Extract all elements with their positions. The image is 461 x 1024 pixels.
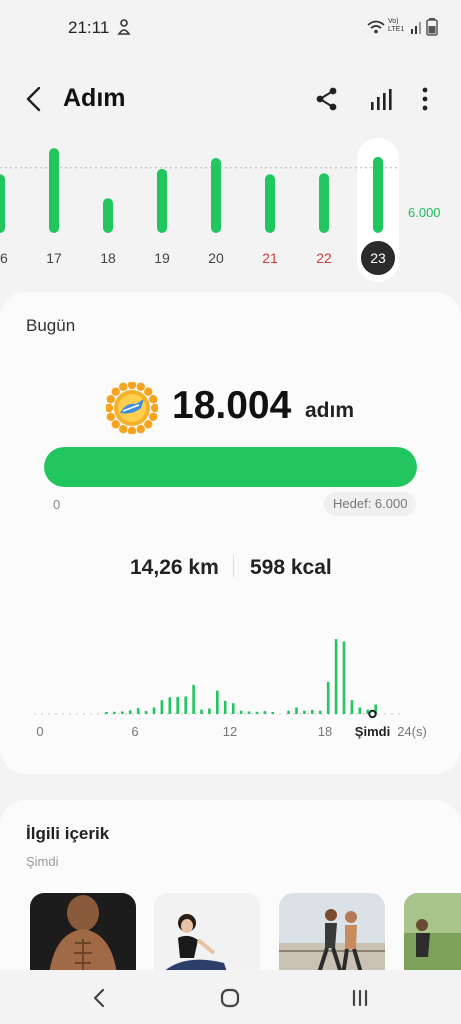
hourly-bar	[168, 697, 172, 714]
day-bar-21[interactable]	[265, 174, 275, 233]
day-bar-16[interactable]	[0, 174, 5, 233]
hourly-bar	[263, 711, 267, 714]
hourly-bar	[287, 710, 290, 714]
related-content-title: İlgili içerik	[26, 824, 110, 843]
network-label: Vo) LTE1	[388, 18, 405, 33]
hourly-tick-label: 18	[318, 724, 332, 739]
weekly-steps-chart[interactable]: 16 17 18 19 20 21 22 23 6.000	[0, 136, 461, 286]
hourly-steps-chart[interactable]: 0 6 12 18 Şimdi 24(s)	[0, 622, 461, 752]
distance-value: 14,26 km	[130, 556, 219, 579]
progress-min-label: 0	[53, 497, 61, 512]
today-step-count: 18.004	[172, 384, 292, 427]
hourly-bar	[192, 684, 195, 714]
hourly-bar	[334, 639, 338, 714]
hourly-tick-label: 6	[131, 724, 138, 739]
day-bar-23[interactable]	[373, 156, 383, 233]
day-label-22[interactable]: 22	[316, 250, 332, 266]
today-card: Bugün 18.004 adım 0 Hedef: 6.000 14,26 k…	[0, 292, 461, 774]
day-bar-20[interactable]	[211, 157, 221, 233]
today-title: Bugün	[26, 316, 76, 335]
hourly-tick-label: 24(s)	[397, 724, 427, 739]
hourly-bar	[144, 711, 148, 714]
share-icon[interactable]	[312, 84, 342, 114]
hourly-bar	[113, 711, 116, 714]
hourly-bar	[136, 708, 140, 714]
hourly-bar	[342, 641, 346, 714]
day-label-16[interactable]: 16	[0, 250, 8, 266]
hourly-bar	[271, 712, 274, 714]
day-label-20[interactable]: 20	[208, 250, 224, 266]
hourly-bar	[231, 703, 235, 714]
alarm-icon	[117, 19, 131, 35]
step-unit: adım	[305, 399, 355, 422]
hourly-bar	[200, 709, 203, 714]
achievement-badge-icon[interactable]	[106, 382, 158, 434]
more-options-icon[interactable]	[410, 84, 440, 114]
status-bar: 21:11 Vo) LTE1	[0, 0, 461, 56]
hourly-bar	[255, 711, 259, 714]
goal-line-label: 6.000	[408, 205, 441, 220]
system-navigation-bar	[0, 970, 461, 1024]
day-label-21[interactable]: 21	[262, 250, 278, 266]
day-label-19[interactable]: 19	[154, 250, 170, 266]
hourly-bar	[176, 696, 179, 714]
hourly-bar	[326, 682, 330, 714]
wifi-icon	[367, 20, 385, 34]
hourly-bar	[350, 700, 354, 714]
hourly-bar	[208, 708, 211, 714]
battery-icon	[426, 18, 438, 36]
back-button[interactable]	[18, 82, 52, 116]
hourly-bar	[247, 711, 251, 714]
hourly-bar	[303, 710, 306, 714]
hourly-bar	[216, 690, 219, 714]
hourly-bar	[318, 710, 322, 714]
nav-home-icon[interactable]	[218, 986, 242, 1010]
current-time-marker	[368, 709, 377, 719]
day-bar-22[interactable]	[319, 173, 329, 233]
chart-icon[interactable]	[366, 84, 396, 114]
signal-icon	[411, 22, 421, 34]
goal-progress-fill	[44, 447, 417, 487]
nav-back-icon[interactable]	[88, 986, 112, 1010]
hourly-bar	[311, 710, 314, 714]
day-label-23[interactable]: 23	[370, 250, 386, 266]
hourly-bar	[152, 707, 156, 714]
hourly-bar	[105, 712, 108, 714]
hourly-now-label: Şimdi	[355, 724, 390, 739]
hourly-bar	[160, 700, 164, 714]
goal-progress-bar	[44, 447, 417, 487]
calories-value: 598 kcal	[250, 556, 332, 579]
nav-recent-apps-icon[interactable]	[348, 986, 372, 1010]
hourly-tick-label: 12	[223, 724, 237, 739]
hourly-bar	[121, 711, 124, 714]
hourly-tick-label: 0	[36, 724, 43, 739]
day-bar-18[interactable]	[103, 198, 113, 233]
hourly-bar	[223, 700, 227, 714]
page-title: Adım	[63, 84, 126, 112]
hourly-bar	[239, 710, 243, 714]
stats-divider	[233, 555, 234, 577]
app-bar: Adım	[0, 70, 461, 126]
status-time: 21:11	[68, 18, 110, 37]
day-label-18[interactable]: 18	[100, 250, 116, 266]
day-bar-17[interactable]	[49, 148, 59, 233]
hourly-bar	[295, 707, 298, 714]
hourly-bar	[128, 710, 132, 714]
day-bar-19[interactable]	[157, 168, 167, 233]
hourly-bar	[184, 696, 187, 714]
goal-target-label: Hedef: 6.000	[324, 492, 417, 516]
related-content-subtitle: Şimdi	[26, 854, 59, 869]
day-label-17[interactable]: 17	[46, 250, 62, 266]
hourly-bar	[358, 707, 362, 714]
